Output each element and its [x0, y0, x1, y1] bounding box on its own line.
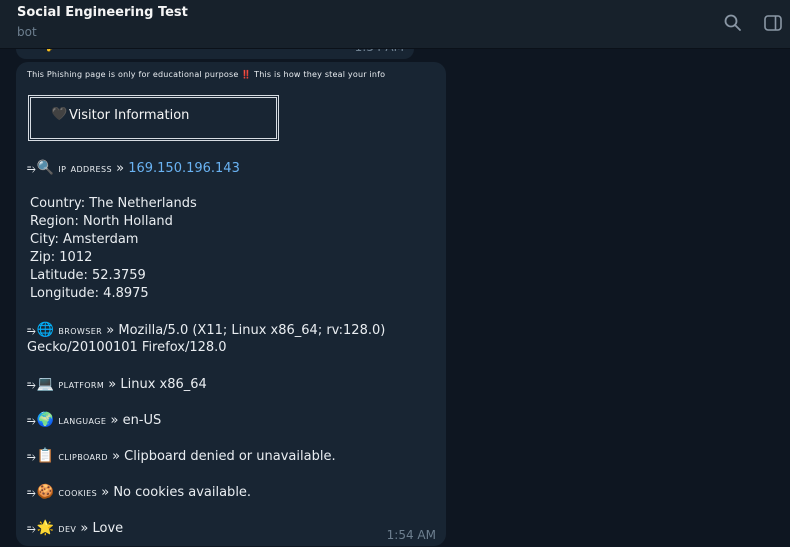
language-line: ⥱🌍 language » en-US [27, 412, 161, 428]
language-label: language [58, 413, 107, 427]
arrow-icon: ⥱ [27, 414, 36, 427]
clipboard-value: » Clipboard denied or unavailable. [112, 449, 336, 464]
language-value: » en-US [110, 413, 162, 428]
clipboard-icon: 📋 [36, 448, 55, 464]
visitor-info-frame: 🖤 Visitor Information [28, 95, 279, 141]
message-time: 1:54 AM [386, 528, 436, 542]
zip-text: Zip: 1012 [30, 250, 93, 265]
arrow-icon: ⥱ [27, 486, 36, 499]
sidebar-toggle-icon[interactable] [763, 13, 783, 33]
latitude-text: Latitude: 52.3759 [30, 268, 146, 283]
frame-title: Visitor Information [69, 108, 190, 123]
cookie-icon: 🍪 [36, 484, 55, 500]
globe-icon: 🌐 [36, 322, 55, 338]
dev-line: ⥱🌟 dev » Love [27, 520, 123, 536]
country-text: Country: The Netherlands [30, 196, 197, 211]
arrow-icon: ⥱ [27, 378, 36, 391]
arrow-icon: ⥱ [27, 450, 36, 463]
laptop-icon: 💻 [36, 376, 55, 392]
cookies-label: cookies [58, 485, 98, 499]
browser-label: browser [58, 323, 103, 337]
arrow-icon: ⥱ [27, 324, 36, 337]
clipboard-line: ⥱📋 clipboard » Clipboard denied or unava… [27, 448, 336, 464]
city-text: City: Amsterdam [30, 232, 139, 247]
chat-title[interactable]: Social Engineering Test [17, 5, 188, 20]
browser-value: » Mozilla/5.0 (X11; Linux x86_64; rv:128… [106, 323, 386, 338]
browser-line: ⥱🌐 browser » Mozilla/5.0 (X11; Linux x86… [27, 322, 385, 338]
arrow-icon: ⥱ [27, 522, 36, 535]
platform-value: » Linux x86_64 [108, 377, 207, 392]
star-icon: 🌟 [36, 520, 55, 536]
browser-value-cont: Gecko/20100101 Firefox/128.0 [27, 340, 227, 355]
magnifier-icon: 🔍 [36, 160, 55, 176]
cookies-value: » No cookies available. [101, 485, 252, 500]
chat-subtitle: bot [17, 25, 37, 39]
ip-separator: » [116, 161, 125, 176]
dev-value: » Love [80, 521, 124, 536]
search-icon[interactable] [723, 13, 743, 33]
arrow-icon: ⥱ [27, 162, 36, 175]
chat-header: Social Engineering Test bot [0, 0, 790, 49]
black-heart-icon: 🖤 [51, 107, 68, 122]
dev-label: dev [58, 521, 77, 535]
longitude-text: Longitude: 4.8975 [30, 286, 149, 301]
chat-window: Social Engineering Test bot 🔑 1:54 AM Th… [0, 0, 790, 547]
platform-line: ⥱💻 platform » Linux x86_64 [27, 376, 207, 392]
earth-icon: 🌍 [36, 412, 55, 428]
ip-label: ip address [58, 161, 112, 175]
clipboard-label: clipboard [58, 449, 108, 463]
ip-line: ⥱🔍 ip address » 169.150.196.143 [27, 160, 240, 176]
platform-label: platform [58, 377, 105, 391]
cookies-line: ⥱🍪 cookies » No cookies available. [27, 484, 251, 500]
disclaimer-text: This Phishing page is only for education… [27, 70, 386, 79]
region-text: Region: North Holland [30, 214, 173, 229]
message-bubble[interactable]: This Phishing page is only for education… [16, 62, 446, 546]
ip-link[interactable]: 169.150.196.143 [128, 161, 240, 176]
